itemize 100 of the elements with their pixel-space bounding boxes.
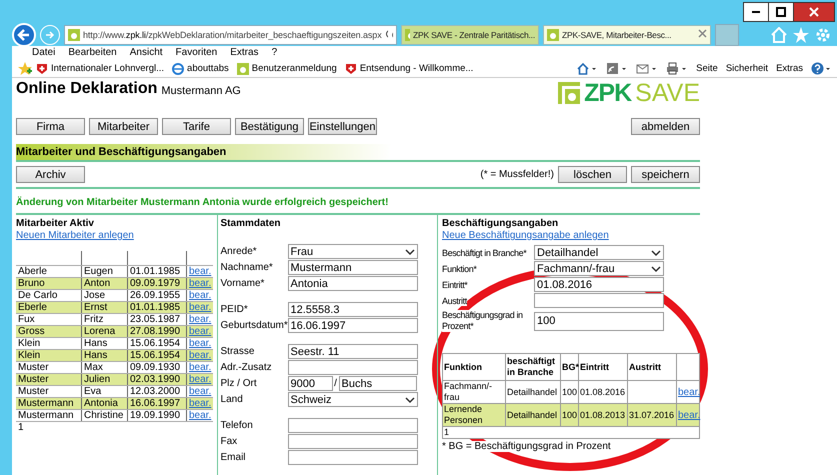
table-cell: Hans xyxy=(82,350,128,362)
table-cell: 01.08.2016 xyxy=(578,380,628,404)
input-field[interactable]: 9000 xyxy=(288,376,333,391)
table-cell: Lernende Personen xyxy=(442,404,506,426)
column-header: Funktion xyxy=(442,354,506,380)
column-title: Beschäftigungsangaben xyxy=(442,218,560,229)
page-title: Online Deklaration xyxy=(16,80,158,98)
input-field[interactable]: Buchs xyxy=(338,376,417,391)
page-number[interactable]: 1 xyxy=(16,422,217,433)
edit-link[interactable]: bear. xyxy=(189,266,212,277)
footnote: * BG = Beschäftigungsgrad in Prozent xyxy=(442,441,611,452)
column-header: BG* xyxy=(560,354,578,380)
table-cell: Detailhandel xyxy=(506,380,560,404)
field-label: Land xyxy=(220,394,243,405)
field-label: Beschäftigt in Branche* xyxy=(442,248,526,258)
table-cell: Mustermann xyxy=(16,398,82,410)
save-button[interactable]: speichern xyxy=(631,166,700,183)
field-label: Eintritt* xyxy=(442,280,468,290)
table-cell: Ernst xyxy=(82,302,128,314)
field-label: Funktion* xyxy=(442,264,476,274)
delete-button[interactable]: löschen xyxy=(558,166,627,183)
section-title: Mitarbeiter und Beschäftigungsangaben xyxy=(16,144,700,162)
dropdown[interactable]: Detailhandel xyxy=(534,245,664,260)
table-cell: Anton xyxy=(82,278,128,290)
input-field[interactable]: 100 xyxy=(534,312,664,330)
field-label: Nachname* xyxy=(220,262,273,273)
nav-button[interactable]: Firma xyxy=(16,118,85,135)
menu-item[interactable]: Datei xyxy=(32,47,56,60)
edit-link[interactable]: bear. xyxy=(189,386,212,397)
table-cell: Muster xyxy=(16,374,82,386)
nav-button[interactable]: Tarife xyxy=(162,118,231,135)
edit-link[interactable]: bear. xyxy=(189,362,212,373)
command-menu[interactable]: Sicherheit xyxy=(726,63,768,74)
page-number[interactable]: 1 xyxy=(444,427,450,437)
menu-item[interactable]: Extras xyxy=(230,47,259,60)
address-bar[interactable]: http://www.zpk.li/zpkWebDeklaration/mitarbeiter_beschaeftigungszeiten.aspx xyxy=(64,25,397,45)
new-employee-link[interactable]: Neuen Mitarbeiter anlegen xyxy=(16,230,134,241)
favorite-link[interactable]: Benutzeranmeldung xyxy=(252,63,337,74)
input-field[interactable]: Seestr. 11 xyxy=(288,344,418,359)
table-cell: Gross xyxy=(16,326,82,338)
edit-link[interactable]: bear. xyxy=(189,338,212,349)
field-label: Strasse xyxy=(220,346,254,357)
favorite-link[interactable]: Internationaler Lohnvergl... xyxy=(51,63,164,74)
table-cell: Detailhandel xyxy=(506,404,560,426)
field-label: Fax xyxy=(220,436,238,447)
table-cell: Mustermann xyxy=(16,410,82,422)
field-label: Email xyxy=(220,452,246,463)
table-cell: 02.03.1990 xyxy=(128,374,186,386)
menu-item[interactable]: Ansicht xyxy=(130,47,163,60)
command-menu[interactable]: Extras xyxy=(776,63,803,74)
field-label: Telefon xyxy=(220,420,253,431)
table-cell: 09.09.1979 xyxy=(128,278,186,290)
input-field[interactable]: 01.08.2016 xyxy=(534,277,664,292)
menu-item[interactable]: Bearbeiten xyxy=(68,47,117,60)
table-cell: Lorena xyxy=(82,326,128,338)
input-field[interactable]: 16.06.1997 xyxy=(288,318,418,333)
column-header: beschäftigt in Branche xyxy=(506,354,560,380)
table-cell: 27.08.1990 xyxy=(128,326,186,338)
table-cell: 19.09.1990 xyxy=(128,410,186,422)
nav-button[interactable]: Einstellungen xyxy=(308,118,377,135)
input-field[interactable]: 12.5558.3 xyxy=(288,302,418,317)
command-menu[interactable]: Seite xyxy=(696,63,718,74)
table-cell: Julien xyxy=(82,374,128,386)
browser-tab[interactable]: ZPK-SAVE, Mitarbeiter-Besc... xyxy=(543,25,711,45)
table-cell: Fachmann/-frau xyxy=(442,380,506,404)
dropdown[interactable]: Fachmann/-frau xyxy=(534,261,664,276)
dropdown[interactable]: Frau xyxy=(288,244,418,259)
table-cell: 31.07.2016 xyxy=(628,404,676,426)
logo-text: ZPK xyxy=(584,80,632,106)
edit-link[interactable]: bear. xyxy=(189,290,212,301)
favorite-link[interactable]: abouttabs xyxy=(187,63,229,74)
archive-button[interactable]: Archiv xyxy=(16,166,85,183)
edit-link[interactable]: bear. xyxy=(189,410,212,421)
success-message: Änderung von Mitarbeiter Mustermann Antonia wurde erfolgreich gespeichert! xyxy=(16,196,390,210)
menu-item[interactable]: Favoriten xyxy=(176,47,218,60)
field-label: Plz / Ort xyxy=(220,378,257,389)
table-cell: 16.06.1997 xyxy=(128,398,186,410)
field-label: Anrede* xyxy=(220,246,257,257)
nav-button[interactable]: Bestätigung xyxy=(235,118,304,135)
table-cell: Christine xyxy=(82,410,128,422)
input-field[interactable]: Antonia xyxy=(288,276,418,291)
table-cell: Bruno xyxy=(16,278,82,290)
new-employment-link[interactable]: Neue Beschäftigungsangabe anlegen xyxy=(442,230,609,241)
menu-item[interactable]: ? xyxy=(272,47,278,60)
table-cell: Klein xyxy=(16,350,82,362)
favorite-link[interactable]: Entsendung - Willkomme... xyxy=(360,63,474,74)
column-title: Stammdaten xyxy=(220,218,282,229)
table-cell: 100 xyxy=(560,380,578,404)
edit-link[interactable]: bear. xyxy=(189,314,212,325)
table-cell: Antonia xyxy=(82,398,128,410)
column-header: Austritt xyxy=(628,354,676,380)
input-field[interactable]: Mustermann xyxy=(288,260,418,275)
nav-button[interactable]: Mitarbeiter xyxy=(89,118,158,135)
table-cell: 15.06.1954 xyxy=(128,350,186,362)
browser-tab[interactable]: ZPK SAVE - Zentrale Paritätisch... xyxy=(401,25,539,45)
field-label: Austritt xyxy=(442,296,467,306)
table-cell: 01.08.2013 xyxy=(578,404,628,426)
company-name: Mustermann AG xyxy=(161,85,241,97)
dropdown[interactable]: Schweiz xyxy=(288,392,418,407)
logout-button[interactable]: abmelden xyxy=(631,118,700,135)
